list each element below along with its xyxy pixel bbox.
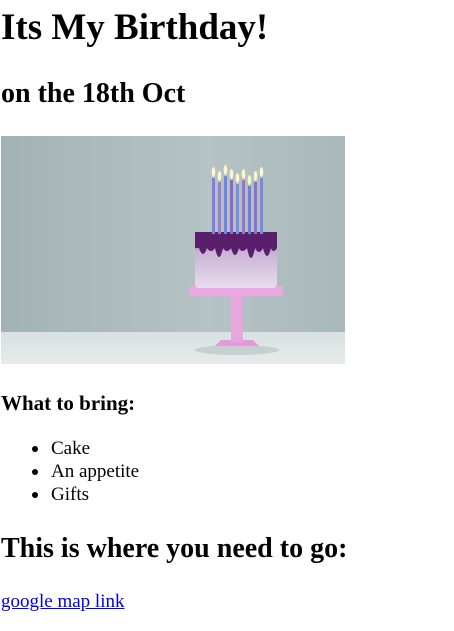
- event-date-subheading: on the 18th Oct: [1, 78, 186, 109]
- list-item: Cake: [31, 437, 139, 460]
- page-title: Its My Birthday!: [1, 7, 269, 48]
- what-to-bring-heading: What to bring:: [1, 391, 136, 415]
- directions-heading: This is where you need to go:: [1, 533, 348, 564]
- birthday-cake-photo: [1, 136, 345, 364]
- list-item: Gifts: [31, 483, 139, 506]
- google-map-link[interactable]: google map link: [1, 590, 124, 614]
- bring-list: Cake An appetite Gifts: [0, 437, 139, 506]
- list-item: An appetite: [31, 461, 140, 482]
